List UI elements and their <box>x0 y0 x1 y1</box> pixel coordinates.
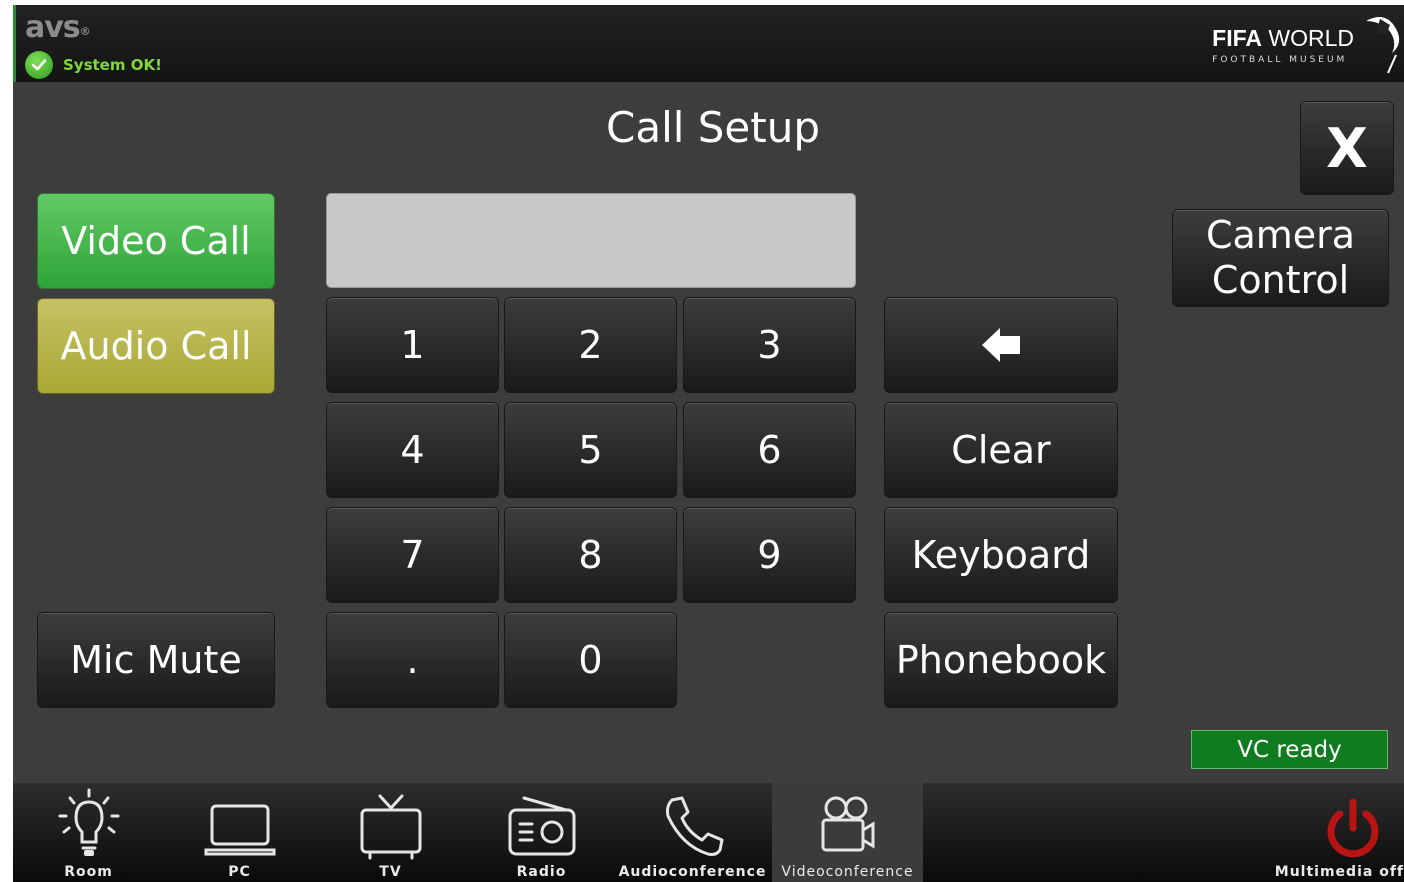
keypad-key-7[interactable]: 7 <box>326 507 499 603</box>
keypad-key-9[interactable]: 9 <box>683 507 856 603</box>
dial-number-input[interactable] <box>326 193 856 288</box>
nav-radio[interactable]: Radio <box>466 783 617 882</box>
nav-room[interactable]: Room <box>13 783 164 882</box>
fifa-logo: FIFA WORLD FOOTBALL MUSEUM <box>1212 25 1354 65</box>
keypad-key-0[interactable]: 0 <box>504 612 677 708</box>
football-logo-icon <box>1366 17 1400 74</box>
close-button[interactable]: X <box>1300 101 1394 195</box>
nav-tv[interactable]: TV <box>315 783 466 882</box>
keypad-key-1[interactable]: 1 <box>326 297 499 393</box>
key-label: 2 <box>578 323 603 367</box>
nav-label-multimedia-off: Multimedia off <box>1274 864 1404 880</box>
key-label: 7 <box>400 533 425 577</box>
keypad-key-3[interactable]: 3 <box>683 297 856 393</box>
mic-mute-label: Mic Mute <box>70 638 242 682</box>
nav-pc[interactable]: PC <box>164 783 315 882</box>
tv-icon <box>360 794 421 860</box>
key-label: 3 <box>757 323 782 367</box>
video-call-button[interactable]: Video Call <box>37 193 275 289</box>
nav-label-audioconference: Audioconference <box>618 864 767 880</box>
key-label: 0 <box>578 638 603 682</box>
accent-line <box>13 5 16 82</box>
nav-label-pc: PC <box>228 864 251 880</box>
brand-sub: FOOTBALL MUSEUM <box>1212 55 1348 65</box>
keypad-key-6[interactable]: 6 <box>683 402 856 498</box>
key-label: 4 <box>400 428 425 472</box>
power-icon <box>1327 798 1379 858</box>
keypad-key-dot[interactable]: . <box>326 612 499 708</box>
video-call-label: Video Call <box>61 219 251 263</box>
camera-control-line2: Control <box>1211 258 1350 302</box>
system-status: System OK! <box>25 51 162 79</box>
nav-label-tv: TV <box>379 864 402 880</box>
nav-audioconference[interactable]: Audioconference <box>617 783 768 882</box>
page-title: Call Setup <box>606 103 820 152</box>
close-label: X <box>1326 116 1368 180</box>
backspace-arrow-icon <box>982 328 1020 362</box>
keyboard-button[interactable]: Keyboard <box>884 507 1118 603</box>
key-label: . <box>406 638 419 682</box>
top-bar: avs® System OK! FIFA WORLD FOOTBALL MUSE… <box>13 5 1404 82</box>
keyboard-label: Keyboard <box>911 533 1091 577</box>
phone-icon <box>665 796 723 856</box>
video-camera-icon <box>821 796 874 852</box>
status-text: System OK! <box>63 56 162 74</box>
nav-videoconference[interactable]: Videoconference <box>772 783 923 882</box>
keypad-key-5[interactable]: 5 <box>504 402 677 498</box>
phonebook-label: Phonebook <box>895 638 1107 682</box>
brand-bold: FIFA <box>1212 25 1262 51</box>
audio-call-label: Audio Call <box>60 324 252 368</box>
check-icon <box>25 51 53 79</box>
laptop-icon <box>204 804 275 856</box>
key-label: 5 <box>578 428 603 472</box>
audio-call-button[interactable]: Audio Call <box>37 298 275 394</box>
key-label: 6 <box>757 428 782 472</box>
lightbulb-icon <box>58 788 119 856</box>
nav-multimedia-off[interactable]: Multimedia off <box>1267 783 1404 882</box>
key-label: 1 <box>400 323 425 367</box>
nav-label-room: Room <box>64 864 113 880</box>
keypad-key-4[interactable]: 4 <box>326 402 499 498</box>
phonebook-button[interactable]: Phonebook <box>884 612 1118 708</box>
camera-control-line1: Camera <box>1205 213 1356 257</box>
brand-rest: WORLD <box>1262 25 1354 51</box>
clear-button[interactable]: Clear <box>884 402 1118 498</box>
mic-mute-button[interactable]: Mic Mute <box>37 612 275 708</box>
keypad-key-8[interactable]: 8 <box>504 507 677 603</box>
backspace-button[interactable] <box>884 297 1118 393</box>
radio-icon <box>508 796 575 856</box>
avs-logo: avs® <box>25 10 91 45</box>
key-label: 8 <box>578 533 603 577</box>
nav-label-videoconference: Videoconference <box>781 864 914 880</box>
key-label: 9 <box>757 533 782 577</box>
nav-label-radio: Radio <box>516 864 567 880</box>
touch-panel-screen: avs® System OK! FIFA WORLD FOOTBALL MUSE… <box>13 5 1404 882</box>
clear-label: Clear <box>951 428 1051 472</box>
bottom-navigation: Room PC TV Radio Audioconference Videoco… <box>13 783 1404 882</box>
keypad-key-2[interactable]: 2 <box>504 297 677 393</box>
vc-status-badge: VC ready <box>1191 730 1388 769</box>
camera-control-button[interactable]: Camera Control <box>1172 209 1389 307</box>
